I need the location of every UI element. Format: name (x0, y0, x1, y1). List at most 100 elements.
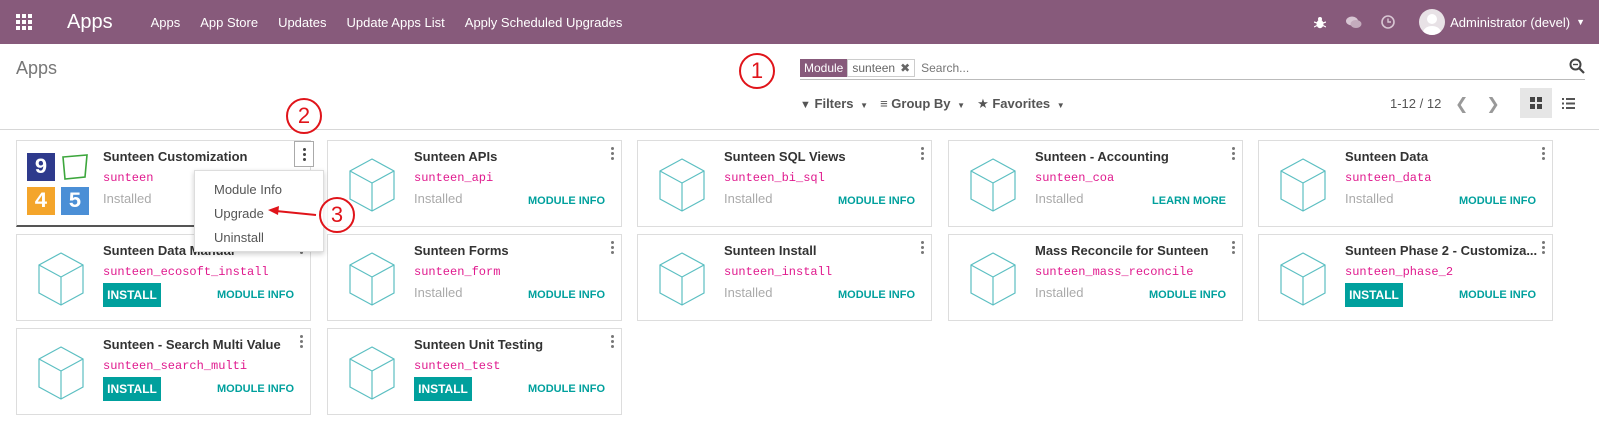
clock-icon[interactable] (1371, 15, 1405, 29)
module-status: Installed (1345, 191, 1394, 206)
annotation-3: 3 (319, 197, 355, 233)
module-info-link[interactable]: MODULE INFO (528, 383, 605, 395)
module-status: Installed (103, 191, 152, 206)
module-info-link[interactable]: MODULE INFO (528, 195, 605, 207)
module-tech-name: sunteen_data (1345, 171, 1432, 185)
card-menu-icon[interactable] (298, 335, 304, 349)
module-title: Sunteen Phase 2 - Customiza... (1345, 243, 1538, 258)
module-card[interactable]: Mass Reconcile for Sunteen sunteen_mass_r… (948, 234, 1243, 321)
nav-item-apps[interactable]: Apps (141, 15, 191, 30)
module-title: Sunteen Customization (103, 149, 248, 164)
kanban-view-button[interactable] (1520, 88, 1552, 118)
filters-dropdown[interactable]: ▼ Filters ▼ (800, 96, 868, 112)
search-bar[interactable]: Module sunteen ✖ (800, 56, 1585, 80)
top-navbar: Apps Apps App Store Updates Update Apps … (0, 0, 1599, 44)
groupby-dropdown[interactable]: ≡ Group By ▼ (880, 96, 965, 112)
card-menu-icon[interactable] (919, 241, 925, 255)
module-card[interactable]: Sunteen Forms sunteen_form Installed MODULE… (327, 234, 622, 321)
menu-item-module-info[interactable]: Module Info (195, 179, 323, 203)
module-info-link[interactable]: MODULE INFO (838, 289, 915, 301)
logo-tile-5: 5 (61, 187, 89, 215)
caret-down-icon: ▼ (860, 101, 869, 110)
nav-item-app-store[interactable]: App Store (190, 15, 268, 30)
module-status: Installed (724, 191, 773, 206)
user-menu[interactable]: Administrator (devel) ▼ (1419, 9, 1585, 35)
search-input[interactable] (921, 60, 1522, 75)
module-cube-icon (969, 157, 1033, 221)
module-info-link[interactable]: LEARN MORE (1152, 195, 1226, 207)
card-menu-icon[interactable] (609, 241, 615, 255)
nav-item-apply-scheduled-upgrades[interactable]: Apply Scheduled Upgrades (455, 15, 633, 30)
favorites-dropdown[interactable]: ★ Favorites ▼ (977, 96, 1065, 112)
chevron-right-icon[interactable]: ❯ (1486, 94, 1499, 114)
card-menu-icon[interactable] (609, 335, 615, 349)
module-info-link[interactable]: MODULE INFO (838, 195, 915, 207)
chevron-left-icon[interactable]: ❮ (1455, 94, 1468, 114)
install-button[interactable]: INSTALL (103, 283, 161, 307)
module-info-link[interactable]: MODULE INFO (217, 383, 294, 395)
install-button[interactable]: INSTALL (414, 377, 472, 401)
module-tech-name: sunteen_test (414, 359, 501, 373)
module-info-link[interactable]: MODULE INFO (1149, 289, 1226, 301)
leaf-icon (61, 153, 89, 181)
caret-down-icon: ▼ (1056, 101, 1065, 110)
module-info-link[interactable]: MODULE INFO (528, 289, 605, 301)
close-icon[interactable]: ✖ (900, 61, 910, 75)
module-title: Sunteen - Accounting (1035, 149, 1169, 164)
module-cube-icon (348, 157, 412, 221)
pager-arrows: ❮ ❯ (1455, 94, 1500, 114)
install-button[interactable]: INSTALL (103, 377, 161, 401)
menu-item-uninstall[interactable]: Uninstall (195, 227, 323, 251)
breadcrumb: Apps (16, 58, 58, 78)
nav-item-updates[interactable]: Updates (268, 15, 336, 30)
module-logo: 9 4 5 (25, 153, 89, 217)
module-info-link[interactable]: MODULE INFO (1459, 289, 1536, 301)
module-cube-icon (658, 157, 722, 221)
caret-down-icon: ▼ (1576, 17, 1585, 27)
module-title: Sunteen APIs (414, 149, 498, 164)
module-card[interactable]: Sunteen Unit Testing sunteen_test INSTALL M… (327, 328, 622, 415)
list-view-button[interactable] (1552, 88, 1584, 118)
card-menu-icon[interactable] (609, 147, 615, 161)
red-arrow-icon (268, 206, 317, 216)
module-tech-name: sunteen_ecosoft_install (103, 265, 269, 279)
module-status: Installed (1035, 191, 1084, 206)
card-menu-icon[interactable] (1230, 147, 1236, 161)
module-card[interactable]: Sunteen Phase 2 - Customiza... sunteen_ph… (1258, 234, 1553, 321)
chat-icon[interactable] (1337, 16, 1371, 29)
module-title: Sunteen Unit Testing (414, 337, 544, 352)
kanban-icon (1530, 97, 1542, 109)
module-card[interactable]: Sunteen - Search Multi Value sunteen_sear… (16, 328, 311, 415)
avatar (1419, 9, 1446, 35)
search-facet-value: sunteen (852, 60, 896, 75)
app-menu-grid-icon[interactable] (0, 0, 48, 44)
module-card[interactable]: Sunteen Install sunteen_install Installed M… (637, 234, 932, 321)
card-menu-toggle[interactable] (294, 141, 314, 167)
search-icon[interactable] (1569, 58, 1585, 79)
module-card[interactable]: Sunteen APIs sunteen_api Installed MODULE I… (327, 140, 622, 227)
card-menu-icon[interactable] (1540, 241, 1546, 255)
module-card[interactable]: Sunteen - Accounting sunteen_coa Installed… (948, 140, 1243, 227)
module-cube-icon (1279, 251, 1343, 315)
card-menu-icon[interactable] (1230, 241, 1236, 255)
install-button[interactable]: INSTALL (1345, 283, 1403, 307)
card-menu-icon[interactable] (1540, 147, 1546, 161)
nav-right: Administrator (devel) ▼ (1303, 0, 1599, 44)
bug-icon[interactable] (1303, 16, 1337, 29)
module-title: Sunteen Data (1345, 149, 1429, 164)
module-card[interactable]: Sunteen SQL Views sunteen_bi_sql Installed… (637, 140, 932, 227)
module-cube-icon (1279, 157, 1343, 221)
pager-value[interactable]: 1-12 / 12 (1390, 96, 1441, 111)
app-brand: Apps (67, 10, 113, 33)
card-menu-icon[interactable] (919, 147, 925, 161)
module-card[interactable]: Sunteen Data sunteen_data Installed MODULE … (1258, 140, 1553, 227)
logo-tile-4: 4 (27, 187, 55, 215)
module-info-link[interactable]: MODULE INFO (217, 289, 294, 301)
module-cube-icon (37, 251, 101, 315)
nav-item-update-apps-list[interactable]: Update Apps List (336, 15, 454, 30)
module-title: Sunteen - Search Multi Value (103, 337, 281, 352)
module-title: Sunteen Install (724, 243, 817, 258)
search-options: ▼ Filters ▼ ≡ Group By ▼ ★ Favorites ▼ (800, 96, 1065, 112)
module-info-link[interactable]: MODULE INFO (1459, 195, 1536, 207)
nav-menu: Apps App Store Updates Update Apps List … (141, 15, 633, 30)
